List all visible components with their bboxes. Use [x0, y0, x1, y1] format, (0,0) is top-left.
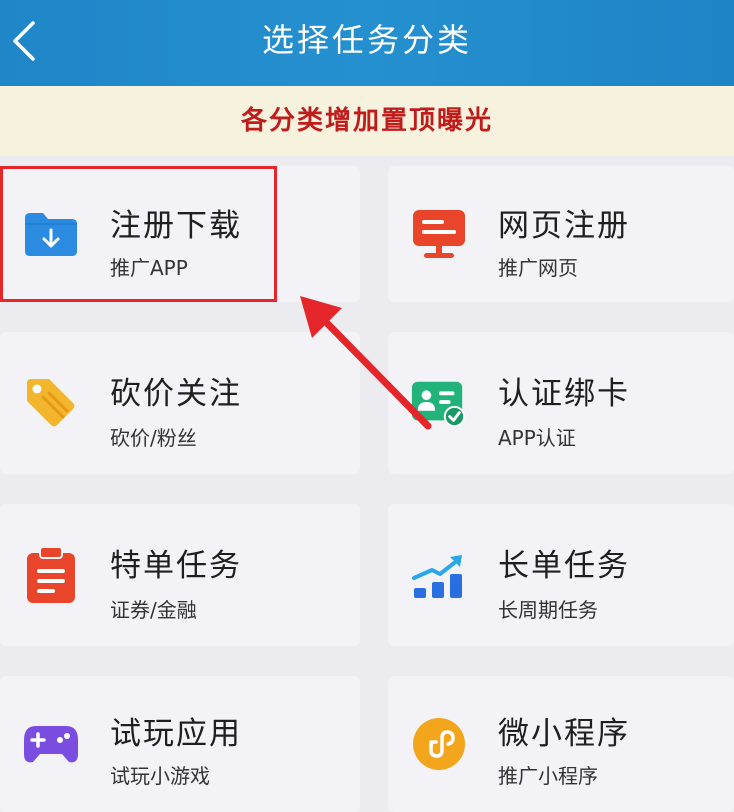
promo-banner: 各分类增加置顶曝光 [0, 86, 734, 156]
category-card-special-task[interactable]: 特单任务 证券/金融 [0, 504, 360, 646]
category-card-long-task[interactable]: 长单任务 长周期任务 [388, 504, 734, 646]
category-title: 砍价关注 [110, 376, 242, 412]
growth-chart-icon [410, 546, 468, 604]
category-title: 认证绑卡 [498, 376, 630, 412]
category-card-register-download[interactable]: 注册下载 推广APP [0, 166, 360, 302]
mini-program-icon [410, 715, 468, 773]
category-title: 网页注册 [498, 208, 630, 244]
banner-text: 各分类增加置顶曝光 [240, 106, 493, 136]
category-card-web-register[interactable]: 网页注册 推广网页 [388, 166, 734, 302]
category-subtitle: 证券/金融 [110, 598, 197, 622]
page-title: 选择任务分类 [261, 21, 472, 59]
clipboard-icon [22, 546, 80, 604]
category-title: 注册下载 [110, 208, 242, 244]
category-title: 微小程序 [498, 716, 630, 752]
price-tag-icon [22, 374, 80, 432]
app-header: 选择任务分类 [0, 0, 734, 86]
download-folder-icon [22, 205, 80, 263]
category-subtitle: 试玩小游戏 [110, 764, 210, 788]
category-subtitle: 长周期任务 [498, 598, 598, 622]
gamepad-icon [22, 715, 80, 773]
category-title: 特单任务 [110, 548, 242, 584]
category-subtitle: 推广网页 [498, 256, 578, 280]
category-subtitle: 砍价/粉丝 [110, 426, 197, 450]
category-subtitle: APP认证 [498, 426, 576, 450]
monitor-icon [410, 205, 468, 263]
category-card-verify-bind[interactable]: 认证绑卡 APP认证 [388, 332, 734, 474]
id-card-icon [410, 374, 468, 432]
category-subtitle: 推广APP [110, 256, 188, 280]
category-subtitle: 推广小程序 [498, 764, 598, 788]
category-card-trial-app[interactable]: 试玩应用 试玩小游戏 [0, 676, 360, 812]
category-card-mini-program[interactable]: 微小程序 推广小程序 [388, 676, 734, 812]
category-card-bargain-follow[interactable]: 砍价关注 砍价/粉丝 [0, 332, 360, 474]
category-title: 长单任务 [498, 548, 630, 584]
category-title: 试玩应用 [110, 716, 242, 752]
